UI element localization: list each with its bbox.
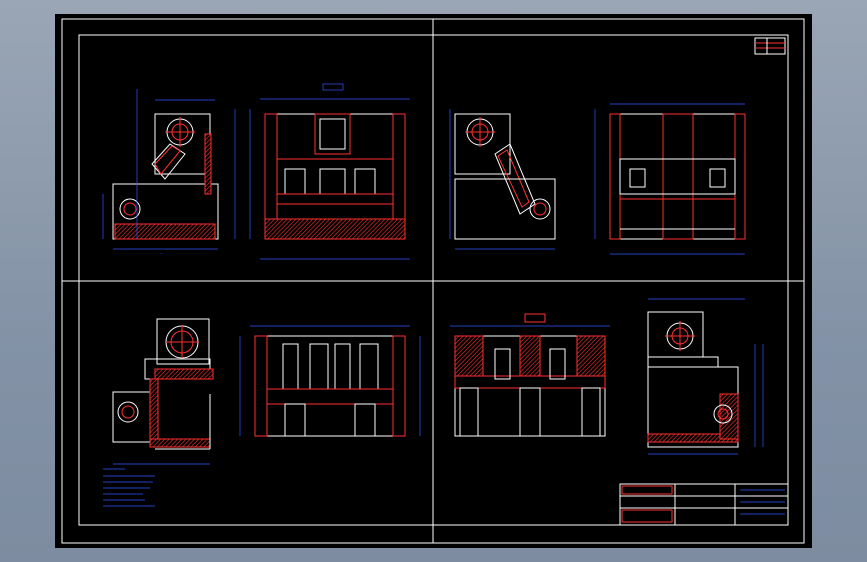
title-block <box>619 483 789 526</box>
view-top-right <box>449 37 786 255</box>
side-view-tl: — <box>102 89 219 255</box>
svg-text:—: — <box>160 251 164 255</box>
front-view-tr <box>594 103 746 255</box>
section-view-br-side <box>647 298 764 455</box>
drawing-viewport[interactable]: — <box>55 14 812 548</box>
side-view-tr <box>449 109 556 250</box>
view-bottom-right <box>450 298 789 526</box>
front-view-tl <box>234 83 410 260</box>
section-view-br-front <box>450 313 610 437</box>
technical-notes <box>103 468 155 507</box>
title-stamp-tr <box>754 37 786 55</box>
view-bottom-left <box>103 318 421 507</box>
cad-drawing-sheet: — <box>61 18 805 544</box>
section-view-bl <box>112 318 214 465</box>
view-top-left: — <box>102 83 410 260</box>
front-view-bl <box>239 325 421 437</box>
